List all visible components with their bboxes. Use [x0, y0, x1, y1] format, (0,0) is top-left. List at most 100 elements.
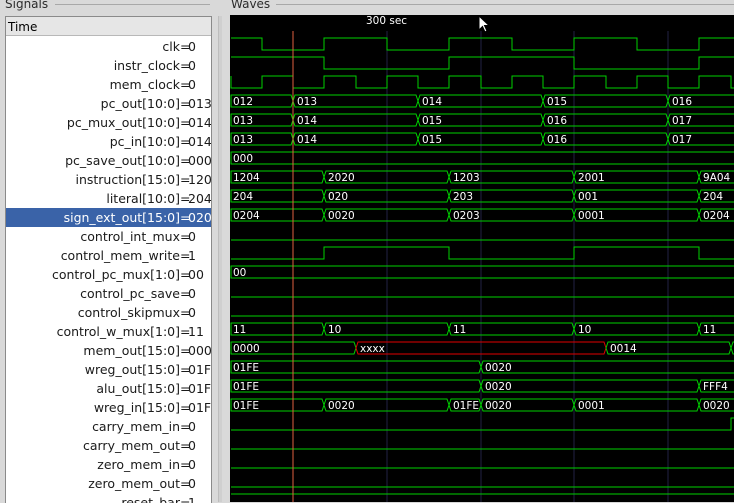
bus-value-label: 001 [578, 191, 598, 203]
bus-segment [230, 151, 734, 165]
signal-name: carry_mem_in [92, 419, 180, 434]
bus-value-label: 01FE [233, 362, 259, 374]
signal-name: alu_out[15:0] [96, 381, 180, 396]
bus-value-label: 014 [297, 115, 317, 127]
signal-value: 0 [188, 77, 196, 92]
bit-waveform [231, 246, 734, 260]
signal-row[interactable]: pc_mux_out[10:0] = 014 [6, 113, 211, 132]
signal-row[interactable]: control_int_mux = 0 [6, 227, 211, 246]
signal-name: literal[10:0] [106, 191, 180, 206]
signal-row[interactable]: wreg_out[15:0]=01FE [6, 360, 211, 379]
signal-value: 0 [188, 438, 196, 453]
signal-row[interactable]: control_pc_save = 0 [6, 284, 211, 303]
signal-row[interactable]: instr_clock = 0 [6, 56, 211, 75]
signal-value: 0 [188, 419, 196, 434]
signals-list[interactable]: Time clk = 0 instr_clock = 0 mem_clock = 0 pc_out… [5, 16, 212, 503]
signal-value: 014 [188, 134, 212, 149]
signal-name: pc_in[10:0] [109, 134, 180, 149]
signal-value: 014 [188, 115, 212, 130]
signal-name: mem_out[15:0] [83, 343, 180, 358]
bus-value-label: 0204 [703, 210, 730, 222]
signal-row[interactable]: alu_out[15:0]=01FE [6, 379, 211, 398]
waves-view[interactable]: 012 013 014 015 016 013 014 015 016 017 013 014 015 0… [230, 15, 734, 502]
signal-row[interactable]: literal[10:0] = 204 [6, 189, 211, 208]
bus-value-label: 016 [672, 96, 692, 108]
bus-value-label: 012 [233, 96, 253, 108]
bus-value-label: 013 [233, 115, 253, 127]
signal-value: 0 [188, 286, 196, 301]
signal-name: control_int_mux [80, 229, 180, 244]
bit-waveform [230, 75, 734, 89]
signal-value: 000 [188, 153, 212, 168]
signal-value: 013 [188, 96, 212, 111]
signal-name: control_mem_write [60, 248, 180, 263]
bus-value-label: 01FE [453, 400, 479, 412]
signal-row[interactable]: pc_out[10:0] = 013 [6, 94, 211, 113]
signal-row[interactable]: control_skipmux = 0 [6, 303, 211, 322]
bus-value-label: 013 [297, 96, 317, 108]
signal-name: carry_mem_out [82, 438, 180, 453]
signals-frame-line [55, 4, 210, 5]
bus-value-label: FFF4 [703, 381, 728, 393]
signal-row[interactable]: carry_mem_out = 0 [6, 436, 211, 455]
pane-splitter[interactable] [218, 16, 222, 502]
bus-value-label: 016 [547, 115, 567, 127]
signal-row[interactable]: pc_in[10:0] = 014 [6, 132, 211, 151]
signal-name: pc_mux_out[10:0] [66, 115, 180, 130]
signal-row[interactable]: wreg_in[15:0]=01FE [6, 398, 211, 417]
signal-row[interactable]: carry_mem_in = 0 [6, 417, 211, 436]
bus-segment [230, 265, 734, 279]
bus-value-label: 0000 [233, 343, 260, 355]
signal-name: wreg_out[15:0] [84, 362, 180, 377]
waves-frame-title: Waves [229, 0, 273, 11]
signal-row[interactable]: mem_clock = 0 [6, 75, 211, 94]
bus-value-label: 0001 [578, 400, 605, 412]
bus-value-label: 0204 [233, 210, 260, 222]
bus-value-label: 000 [233, 153, 253, 165]
signal-row[interactable]: zero_mem_in = 0 [6, 455, 211, 474]
bus-value-label: 01FE [233, 381, 259, 393]
bus-segment [230, 379, 482, 393]
signal-name: pc_out[10:0] [100, 96, 180, 111]
signal-value: 0 [188, 39, 196, 54]
signal-value: 0204 [188, 210, 212, 225]
bus-value-label: 10 [578, 324, 591, 336]
bus-value-label: 015 [547, 96, 567, 108]
signal-value: 11 [188, 324, 204, 339]
signal-name: sign_ext_out[15:0] [63, 210, 180, 225]
signal-row[interactable]: control_mem_write = 1 [6, 246, 211, 265]
bus-value-label: 015 [422, 115, 442, 127]
signal-row[interactable]: clk = 0 [6, 37, 211, 56]
marker-time-label: 300 sec [366, 15, 408, 27]
signal-value: 0 [188, 476, 196, 491]
signal-value: 01FE [188, 362, 212, 377]
bus-value-label: 0020 [485, 400, 512, 412]
signal-row[interactable]: zero_mem_out = 0 [6, 474, 211, 493]
signal-name: zero_mem_out [88, 476, 180, 491]
bus-value-label: 017 [672, 115, 692, 127]
waveform-canvas[interactable]: 012 013 014 015 016 013 014 015 016 017 013 014 015 0… [230, 15, 734, 502]
bus-segment [480, 360, 734, 374]
bus-value-label: xxxx [360, 343, 385, 355]
bus-value-label: 0020 [485, 381, 512, 393]
signal-row[interactable]: control_pc_mux[1:0] = 00 [6, 265, 211, 284]
signal-name: wreg_in[15:0] [93, 400, 180, 415]
waves-frame-line [276, 4, 734, 5]
bus-value-label: 015 [422, 134, 442, 146]
bus-value-label: 00 [233, 267, 246, 279]
bus-value-label: 0001 [578, 210, 605, 222]
signal-name: mem_clock [109, 77, 180, 92]
time-column-header[interactable]: Time [6, 17, 211, 36]
signal-row[interactable]: control_w_mux[1:0] = 11 [6, 322, 211, 341]
signal-row[interactable]: pc_save_out[10:0] = 000 [6, 151, 211, 170]
signal-name: control_skipmux [77, 305, 180, 320]
signal-row[interactable]: instruction[15:0]=1204 [6, 170, 211, 189]
bus-value-label: 11 [453, 324, 466, 336]
bus-value-label: 017 [672, 134, 692, 146]
bus-value-label: 013 [233, 134, 253, 146]
bus-value-label: 1203 [453, 172, 480, 184]
signal-value: 01FE [188, 400, 212, 415]
signal-row[interactable]: sign_ext_out[15:0]=0204 [6, 208, 211, 227]
signal-value: 0 [188, 229, 196, 244]
signal-row[interactable]: mem_out[15:0]=0000 [6, 341, 211, 360]
